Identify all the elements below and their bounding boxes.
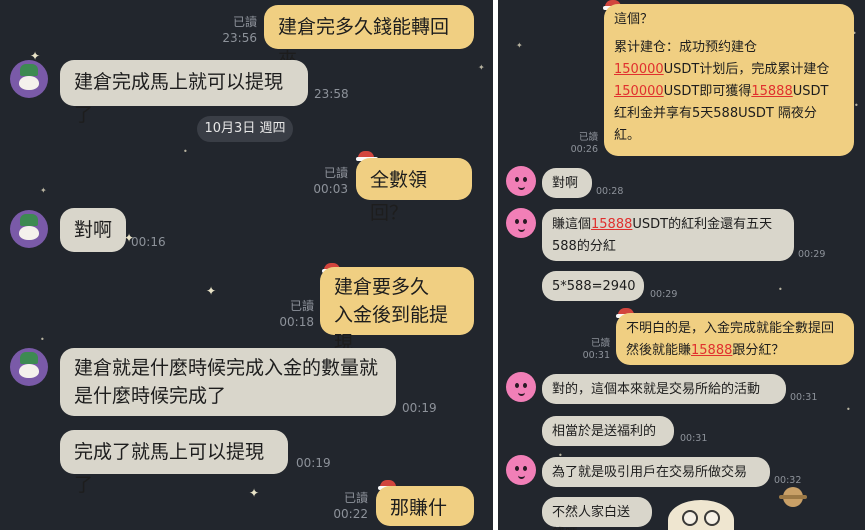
penguin-avatar-icon[interactable] [10, 60, 48, 98]
message-text: 那賺什麼 [390, 497, 448, 519]
message-time: 00:22 [333, 507, 368, 521]
message-time: 00:31 [582, 350, 610, 361]
message-text: 完成了就馬上可以提現了 [74, 441, 265, 496]
message-time: 00:28 [596, 186, 624, 197]
message-text: 全數領回？ [370, 169, 428, 224]
message-time: 00:31 [680, 433, 708, 444]
message-meta: 已讀 00:26 [560, 132, 598, 156]
date-separator: 10月3日 週四 [197, 116, 293, 142]
read-status: 已讀 [590, 338, 610, 349]
star-decoration: ✦ [478, 63, 485, 72]
star-decoration: • [854, 101, 859, 110]
message-bubble-incoming[interactable]: 5*588=2940 [542, 271, 644, 301]
highlighted-number: 150000 [614, 62, 664, 77]
penguin-avatar-icon[interactable] [10, 210, 48, 248]
highlighted-number: 15888 [751, 84, 793, 99]
message-time: 00:32 [774, 475, 802, 486]
message-text: 對啊 [552, 176, 579, 191]
highlighted-number: 150000 [614, 84, 664, 99]
message-bubble-incoming[interactable]: 建倉完成馬上就可以提現了 [60, 60, 308, 126]
pink-blob-avatar-icon[interactable] [506, 372, 536, 402]
message-bubble-incoming[interactable]: 賺這個15888USDT的紅利金還有五天 588的分紅 [542, 209, 794, 261]
message-text-line: 建倉要多久 [334, 276, 430, 298]
star-decoration: ✦ [249, 486, 260, 500]
owl-sticker-icon[interactable] [668, 500, 734, 530]
message-meta: 已讀 00:22 [316, 490, 368, 522]
message-time: 00:29 [650, 289, 678, 300]
message-text-line: 賺這個15888USDT的紅利金還有五天 [552, 217, 773, 232]
message-meta: 已讀 00:31 [574, 338, 610, 362]
left-chat-panel[interactable]: ✦ ✦ ✦ • ✦ ✦ • ✦ 已讀 23:56 建倉完多久錢能轉回來 建倉完成… [0, 0, 493, 530]
message-time: 23:58 [314, 87, 349, 101]
message-bubble-incoming[interactable]: 對啊 [60, 208, 126, 252]
star-decoration: • [778, 285, 783, 294]
message-bubble-outgoing[interactable]: 建倉完多久錢能轉回來 [264, 5, 474, 71]
message-time: 23:56 [222, 31, 257, 45]
message-text-line: 建倉就是什麼時候完成入金的數量就 [74, 357, 379, 379]
message-text: 為了就是吸引用戶在交易所做交易 [552, 465, 748, 480]
message-text: 相當於是送福利的 [552, 424, 657, 439]
message-text-line: 是什麼時候完成了 [74, 385, 227, 407]
message-text-line: 588的分紅 [552, 239, 616, 254]
message-bubble-incoming[interactable]: 完成了就馬上可以提現了 [60, 430, 288, 496]
message-bubble-incoming[interactable]: 為了就是吸引用戶在交易所做交易 [542, 457, 770, 487]
star-decoration: • [40, 335, 45, 344]
read-status: 已讀 [289, 299, 314, 313]
pink-blob-avatar-icon[interactable] [506, 166, 536, 196]
message-text: 對的，這個本來就是交易所給的活動 [552, 382, 761, 397]
message-bubble-outgoing[interactable]: 全數領回？ [356, 158, 472, 224]
message-time: 00:26 [570, 144, 598, 155]
star-decoration: ✦ [40, 186, 47, 195]
message-bubble-incoming[interactable]: 建倉就是什麼時候完成入金的數量就 是什麼時候完成了 [60, 348, 396, 416]
message-meta: 已讀 00:03 [296, 165, 348, 197]
read-status: 已讀 [578, 132, 598, 143]
message-text-line: 不明白的是，入金完成就能全數提回 [626, 321, 835, 336]
message-time: 00:19 [296, 456, 331, 470]
message-text-line: 紅。 [614, 128, 641, 143]
message-bubble-incoming[interactable]: 對啊 [542, 168, 592, 198]
message-bubble-incoming[interactable]: 對的，這個本來就是交易所給的活動 [542, 374, 786, 404]
pink-blob-avatar-icon[interactable] [506, 455, 536, 485]
planet-icon [779, 487, 807, 507]
message-time: 00:29 [798, 249, 826, 260]
message-time: 00:03 [313, 182, 348, 196]
read-status: 已讀 [343, 491, 368, 505]
message-meta: 已讀 23:56 [205, 14, 257, 46]
message-text-line: 红利金并享有5天588USDT 隔夜分 [614, 106, 817, 121]
star-decoration: • [183, 147, 188, 156]
penguin-avatar-icon[interactable] [10, 348, 48, 386]
message-text: 建倉完多久錢能轉回來 [278, 16, 450, 71]
message-meta: 已讀 00:18 [262, 298, 314, 330]
right-chat-panel[interactable]: ✦ • • • • • 這個？ 累计建仓：成功预约建仓 150000USDT计划… [498, 0, 865, 530]
message-text-line: 150000USDT即可獲得15888USDT [614, 84, 829, 99]
pink-blob-avatar-icon[interactable] [506, 208, 536, 238]
message-time: 00:18 [279, 315, 314, 329]
message-time: 00:16 [131, 235, 166, 249]
message-text-line: 累计建仓：成功预约建仓 [614, 40, 758, 55]
message-bubble-incoming[interactable]: 相當於是送福利的 [542, 416, 674, 446]
message-text-line: 150000USDT计划后，完成累计建仓 [614, 62, 830, 77]
message-bubble-outgoing[interactable]: 那賺什麼 [376, 486, 474, 526]
message-text: 對啊 [74, 219, 113, 241]
message-bubble-outgoing[interactable]: 這個？ 累计建仓：成功预约建仓 150000USDT计划后，完成累计建仓 150… [604, 4, 854, 156]
highlighted-number: 15888 [691, 343, 733, 358]
highlighted-number: 15888 [591, 217, 633, 232]
star-decoration: ✦ [516, 41, 523, 50]
message-bubble-outgoing[interactable]: 不明白的是，入金完成就能全數提回 然後就能賺15888跟分紅？ [616, 313, 854, 365]
read-status: 已讀 [323, 166, 348, 180]
message-bubble-outgoing[interactable]: 建倉要多久 入金後到能提現 [320, 267, 474, 354]
read-status: 已讀 [232, 15, 257, 29]
message-text-line: 這個？ [614, 12, 654, 27]
star-decoration: ✦ [206, 284, 217, 298]
message-text: 5*588=2940 [552, 279, 636, 294]
message-time: 00:31 [790, 392, 818, 403]
message-text-line: 然後就能賺15888跟分紅？ [626, 343, 785, 358]
star-decoration: • [846, 405, 851, 414]
message-text: 不然人家白送錢嗎 [552, 505, 631, 530]
message-bubble-incoming[interactable]: 不然人家白送錢嗎 [542, 497, 652, 530]
message-time: 00:19 [402, 401, 437, 415]
